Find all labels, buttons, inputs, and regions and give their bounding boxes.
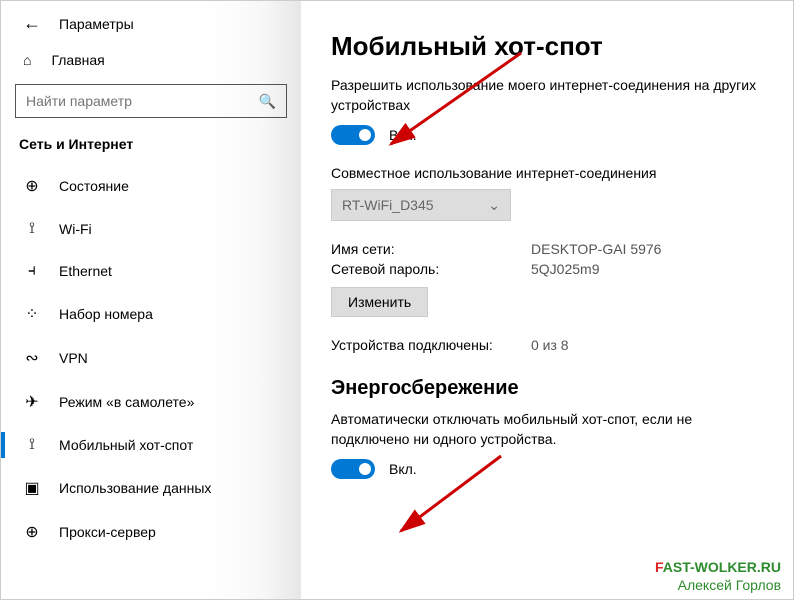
sidebar: ← Параметры ⌂ Главная 🔍 Сеть и Интернет … bbox=[1, 1, 301, 599]
home-label: Главная bbox=[51, 52, 104, 68]
network-name-value: DESKTOP-GAI 5976 bbox=[531, 241, 661, 257]
sidebar-icon: ⫞ bbox=[23, 262, 41, 280]
energy-toggle-label: Вкл. bbox=[389, 461, 417, 477]
network-password-value: 5QJ025m9 bbox=[531, 261, 599, 277]
sidebar-item-label: Ethernet bbox=[59, 263, 112, 279]
energy-title: Энергосбережение bbox=[331, 377, 773, 400]
sidebar-icon: ⟟ bbox=[23, 436, 41, 454]
sidebar-item-label: VPN bbox=[59, 350, 88, 366]
sidebar-item-label: Состояние bbox=[59, 178, 129, 194]
sidebar-icon: ⁘ bbox=[23, 304, 41, 324]
sidebar-item-label: Режим «в самолете» bbox=[59, 394, 194, 410]
sidebar-item-home[interactable]: ⌂ Главная bbox=[1, 42, 301, 80]
sidebar-icon: ⊕ bbox=[23, 176, 41, 196]
home-icon: ⌂ bbox=[23, 52, 31, 68]
sidebar-item-8[interactable]: ⊕ Прокси-сервер bbox=[1, 510, 301, 554]
edit-button[interactable]: Изменить bbox=[331, 287, 428, 317]
energy-toggle[interactable] bbox=[331, 459, 375, 479]
sidebar-item-4[interactable]: ∾ VPN bbox=[1, 336, 301, 380]
channel-label: Совместное использование интернет-соедин… bbox=[331, 165, 773, 181]
sidebar-item-2[interactable]: ⫞ Ethernet bbox=[1, 250, 301, 292]
sidebar-item-7[interactable]: ▣ Использование данных bbox=[1, 466, 301, 510]
sidebar-item-5[interactable]: ✈ Режим «в самолете» bbox=[1, 380, 301, 424]
category-label: Сеть и Интернет bbox=[1, 136, 301, 164]
watermark: FAST-WOLKER.RU Алексей Горлов bbox=[655, 556, 781, 593]
page-title: Мобильный хот-спот bbox=[331, 31, 773, 62]
search-icon: 🔍 bbox=[259, 93, 276, 110]
sidebar-icon: ⊕ bbox=[23, 522, 41, 542]
network-name-key: Имя сети: bbox=[331, 241, 531, 257]
sidebar-icon: ▣ bbox=[23, 478, 41, 498]
connected-key: Устройства подключены: bbox=[331, 337, 531, 353]
sidebar-icon: ∾ bbox=[23, 348, 41, 368]
energy-description: Автоматически отключать мобильный хот-сп… bbox=[331, 410, 773, 449]
hotspot-toggle-label: Вкл. bbox=[389, 127, 417, 143]
sidebar-item-3[interactable]: ⁘ Набор номера bbox=[1, 292, 301, 336]
sidebar-item-1[interactable]: ⟟ Wi-Fi bbox=[1, 208, 301, 250]
search-input[interactable] bbox=[26, 93, 259, 109]
sidebar-item-label: Мобильный хот-спот bbox=[59, 437, 193, 453]
back-icon[interactable]: ← bbox=[23, 13, 41, 34]
channel-value: RT-WiFi_D345 bbox=[342, 197, 434, 213]
share-description: Разрешить использование моего интернет-с… bbox=[331, 76, 773, 115]
channel-dropdown[interactable]: RT-WiFi_D345 ⌄ bbox=[331, 189, 511, 221]
main-pane: Мобильный хот-спот Разрешить использован… bbox=[301, 1, 793, 599]
hotspot-toggle[interactable] bbox=[331, 125, 375, 145]
search-box[interactable]: 🔍 bbox=[15, 84, 287, 118]
sidebar-item-0[interactable]: ⊕ Состояние bbox=[1, 164, 301, 208]
network-password-key: Сетевой пароль: bbox=[331, 261, 531, 277]
connected-value: 0 из 8 bbox=[531, 337, 569, 353]
sidebar-item-label: Набор номера bbox=[59, 306, 153, 322]
sidebar-item-label: Wi-Fi bbox=[59, 221, 92, 237]
sidebar-item-6[interactable]: ⟟ Мобильный хот-спот bbox=[1, 424, 301, 466]
settings-title: Параметры bbox=[59, 16, 134, 32]
sidebar-item-label: Использование данных bbox=[59, 480, 211, 496]
chevron-down-icon: ⌄ bbox=[488, 197, 500, 214]
sidebar-icon: ✈ bbox=[23, 392, 41, 412]
sidebar-icon: ⟟ bbox=[23, 220, 41, 238]
sidebar-item-label: Прокси-сервер bbox=[59, 524, 156, 540]
